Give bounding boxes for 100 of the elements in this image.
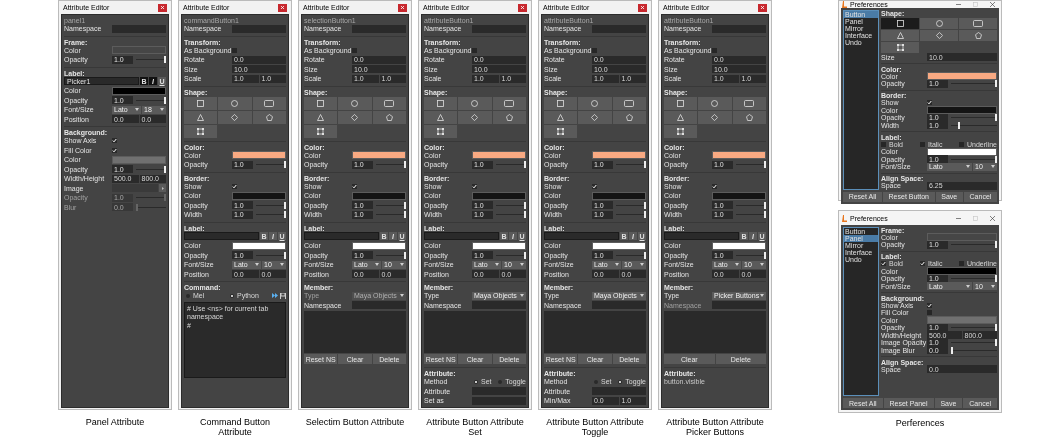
input-field[interactable] [112,184,158,193]
shape-button[interactable] [372,110,406,124]
checkbox[interactable] [472,47,477,53]
input-field[interactable] [472,387,526,396]
input-field[interactable] [712,24,766,33]
slider-track[interactable] [256,251,286,259]
slider-track[interactable] [951,241,997,249]
shape-button[interactable] [578,110,612,124]
input-field[interactable] [472,396,526,405]
shape-button[interactable] [959,17,997,29]
shape-button[interactable] [458,110,492,124]
shape-button[interactable] [664,110,698,124]
shape-button[interactable] [184,124,218,138]
shape-button[interactable] [698,96,732,110]
close-icon[interactable] [990,215,995,221]
slider-track[interactable] [376,201,406,209]
slider-track[interactable] [736,201,766,209]
color-swatch[interactable] [352,241,406,250]
checkbox[interactable] [352,47,357,53]
shape-button[interactable] [664,96,698,110]
slider-track[interactable] [736,211,766,219]
color-swatch[interactable] [352,151,406,160]
shape-button[interactable] [544,124,578,138]
input-field[interactable] [112,24,166,33]
shape-button[interactable] [959,29,997,41]
close-button[interactable] [158,3,167,12]
slider-track[interactable] [136,203,166,211]
close-button[interactable] [398,3,407,12]
shape-button[interactable] [184,110,218,124]
shape-button[interactable] [881,29,919,41]
shape-button[interactable] [304,96,338,110]
color-swatch[interactable] [927,316,997,325]
shape-button[interactable] [424,124,458,138]
color-swatch[interactable] [352,191,406,200]
color-swatch[interactable] [472,151,526,160]
shape-button[interactable] [304,124,338,138]
close-button[interactable] [518,3,527,12]
checkbox[interactable] [112,138,117,144]
slider-track[interactable] [136,165,166,173]
shape-button[interactable] [612,96,646,110]
checkbox[interactable] [881,261,886,267]
shape-button[interactable] [338,96,372,110]
color-swatch[interactable] [927,147,997,156]
slider-track[interactable] [951,324,997,332]
checkbox[interactable] [712,47,717,53]
shape-button[interactable] [732,96,766,110]
shape-button[interactable] [218,96,252,110]
checkbox[interactable] [927,310,932,316]
shape-button[interactable] [424,96,458,110]
input-field[interactable] [352,24,406,33]
input-field[interactable] [592,24,646,33]
minimize-icon[interactable] [956,2,961,7]
slider-track[interactable] [736,251,766,259]
shape-button[interactable] [612,110,646,124]
checkbox[interactable] [927,302,932,308]
checkbox[interactable] [927,100,932,106]
slider-track[interactable] [256,161,286,169]
input-field[interactable] [472,301,526,310]
input-field[interactable] [592,301,646,310]
shape-button[interactable] [218,110,252,124]
checkbox[interactable] [712,183,717,189]
input-field[interactable] [232,24,286,33]
slider-track[interactable] [616,211,646,219]
shape-button[interactable] [920,17,958,29]
color-swatch[interactable] [592,241,646,250]
color-swatch[interactable] [232,191,286,200]
slider-thumb[interactable] [957,121,960,129]
shape-button[interactable] [544,110,578,124]
shape-button[interactable] [544,96,578,110]
checkbox[interactable] [920,141,925,147]
browse-button[interactable] [159,184,166,193]
shape-button[interactable] [304,110,338,124]
shape-button[interactable] [920,29,958,41]
slider-track[interactable] [136,56,166,64]
shape-button[interactable] [424,110,458,124]
shape-button[interactable] [338,110,372,124]
slider-track[interactable] [616,251,646,259]
fast-forward-icon[interactable] [272,293,278,299]
color-swatch[interactable] [232,241,286,250]
shape-button[interactable] [372,96,406,110]
checkbox[interactable] [881,141,886,147]
slider-track[interactable] [376,251,406,259]
minimize-icon[interactable] [956,215,961,221]
slider-track[interactable] [376,211,406,219]
shape-button[interactable] [252,110,286,124]
shape-button[interactable] [881,17,919,29]
save-icon[interactable] [280,292,286,299]
color-swatch[interactable] [112,86,166,95]
slider-track[interactable] [951,339,997,347]
slider-track[interactable] [496,201,526,209]
slider-track[interactable] [951,121,997,129]
slider-track[interactable] [256,211,286,219]
slider-track[interactable] [616,201,646,209]
checkbox[interactable] [112,147,117,153]
input-field[interactable] [352,301,406,310]
shape-button[interactable] [732,110,766,124]
color-swatch[interactable] [927,267,997,276]
close-button[interactable] [638,3,647,12]
shape-button[interactable] [492,110,526,124]
slider-track[interactable] [951,155,997,163]
